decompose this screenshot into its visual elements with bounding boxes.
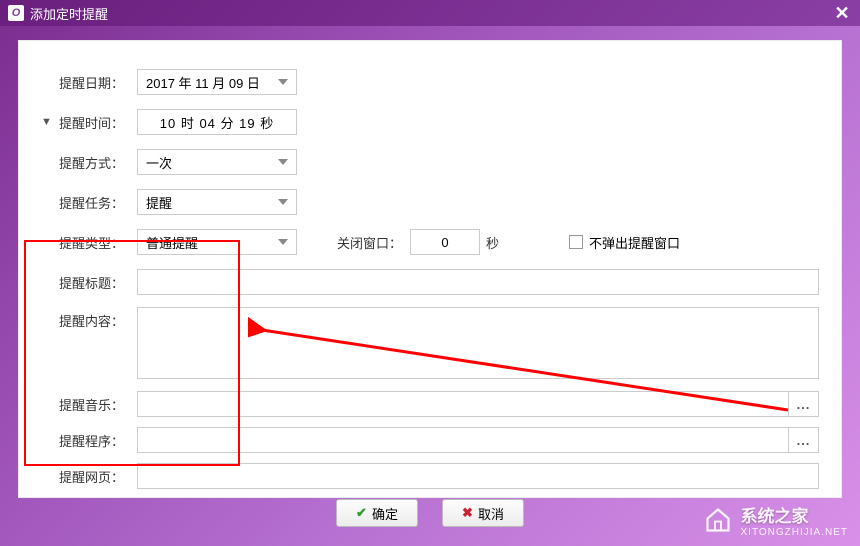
label-type: 提醒类型： xyxy=(59,233,137,252)
label-content: 提醒内容： xyxy=(59,307,137,330)
ok-label: 确定 xyxy=(372,504,398,523)
content-textarea[interactable] xyxy=(137,307,819,379)
cancel-button[interactable]: ✖ 取消 xyxy=(442,499,524,527)
label-date: 提醒日期： xyxy=(59,73,137,92)
watermark-url: XITONGZHIJIA.NET xyxy=(741,527,849,538)
close-icon[interactable]: ✕ xyxy=(832,3,852,24)
label-time: 提醒时间： xyxy=(59,113,137,132)
label-close-window: 关闭窗口： xyxy=(337,233,402,252)
cross-icon: ✖ xyxy=(462,505,473,521)
label-music: 提醒音乐： xyxy=(59,395,137,414)
label-mode: 提醒方式： xyxy=(59,153,137,172)
form: 提醒日期： 2017 年 11 月 09 日 ▼ 提醒时间： 10 时 04 分… xyxy=(19,41,841,537)
date-select[interactable]: 2017 年 11 月 09 日 xyxy=(137,69,297,95)
program-input[interactable] xyxy=(137,427,789,453)
label-program: 提醒程序： xyxy=(59,431,137,450)
label-title: 提醒标题： xyxy=(59,269,137,292)
webpage-input[interactable] xyxy=(137,463,819,489)
watermark: 系统之家 XITONGZHIJIA.NET xyxy=(703,502,849,538)
ok-button[interactable]: ✔ 确定 xyxy=(336,499,418,527)
program-browse-button[interactable]: ... xyxy=(789,427,819,453)
type-select[interactable]: 普通提醒 xyxy=(137,229,297,255)
check-icon: ✔ xyxy=(356,505,367,521)
content-panel: 提醒日期： 2017 年 11 月 09 日 ▼ 提醒时间： 10 时 04 分… xyxy=(18,40,842,498)
checkbox-icon xyxy=(569,235,583,249)
music-input[interactable] xyxy=(137,391,789,417)
mode-select[interactable]: 一次 xyxy=(137,149,297,175)
task-value: 提醒 xyxy=(146,193,172,212)
watermark-text: 系统之家 xyxy=(741,507,809,526)
titlebar: O 添加定时提醒 ✕ xyxy=(0,0,860,26)
window-title: 添加定时提醒 xyxy=(30,4,108,23)
task-select[interactable]: 提醒 xyxy=(137,189,297,215)
watermark-logo-icon xyxy=(703,505,733,535)
no-popup-checkbox[interactable]: 不弹出提醒窗口 xyxy=(569,233,680,252)
label-webpage: 提醒网页： xyxy=(59,467,137,486)
dialog-window: O 添加定时提醒 ✕ 提醒日期： 2017 年 11 月 09 日 ▼ 提醒时间… xyxy=(0,0,860,546)
music-browse-button[interactable]: ... xyxy=(789,391,819,417)
type-value: 普通提醒 xyxy=(146,233,198,252)
date-value: 2017 年 11 月 09 日 xyxy=(146,73,260,92)
label-seconds: 秒 xyxy=(486,233,499,252)
time-value: 10 时 04 分 19 秒 xyxy=(160,113,274,132)
collapse-toggle-icon[interactable]: ▼ xyxy=(41,116,59,128)
cancel-label: 取消 xyxy=(478,504,504,523)
label-task: 提醒任务： xyxy=(59,193,137,212)
no-popup-label: 不弹出提醒窗口 xyxy=(589,233,680,252)
title-input[interactable] xyxy=(137,269,819,295)
mode-value: 一次 xyxy=(146,153,172,172)
close-seconds-input[interactable] xyxy=(410,229,480,255)
time-input[interactable]: 10 时 04 分 19 秒 xyxy=(137,109,297,135)
app-icon: O xyxy=(8,5,24,21)
